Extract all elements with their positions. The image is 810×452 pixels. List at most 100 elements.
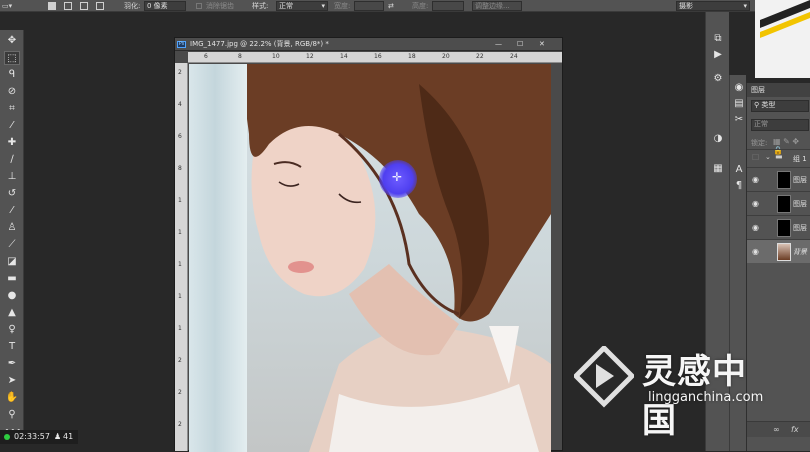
styles-panel-icon[interactable]: ▦ [710, 162, 726, 176]
dodge-tool-icon[interactable]: ♀ [4, 323, 20, 337]
layer-row-selected[interactable]: ◉ 背景 [747, 239, 810, 263]
character-panel-icon[interactable]: A [731, 163, 747, 177]
feather-input[interactable]: 0 像素 [144, 1, 186, 11]
brush-tool-icon[interactable]: ∕ [4, 153, 20, 167]
layer-name: 背景 [793, 248, 807, 256]
quick-selection-tool-icon[interactable]: ⊘ [4, 85, 20, 99]
lasso-tool-icon[interactable]: ᑫ [4, 68, 20, 82]
layers-tab[interactable]: 图层 [751, 85, 765, 95]
layer-filter-select[interactable]: ⚲ 类型 [751, 100, 809, 112]
photoshop-file-icon: Ps [177, 41, 186, 48]
document-window: Ps IMG_1477.jpg @ 22.2% (背景, RGB/8*) * —… [174, 37, 563, 452]
brand-logo-icon [760, 0, 810, 38]
refine-edge-button[interactable]: 调整边缘... [472, 1, 522, 11]
add-selection-icon[interactable] [64, 2, 72, 10]
crop-tool-icon[interactable]: ⌗ [4, 102, 20, 116]
paths-icon[interactable]: ✂ [731, 113, 747, 127]
watermark: 灵感中国 lingganchina.com [570, 340, 780, 441]
history-panel-icon[interactable]: ⧉ [710, 32, 726, 46]
document-title-bar[interactable]: Ps IMG_1477.jpg @ 22.2% (背景, RGB/8*) * —… [175, 38, 562, 51]
layer-row[interactable]: ◉ 图层 [747, 191, 810, 215]
blend-mode-select[interactable]: 正常 [751, 119, 809, 131]
marquee-preset-icon[interactable]: ▭▾ [2, 0, 12, 12]
hand-tool-icon[interactable]: ✋ [4, 391, 20, 405]
ruler-tick-label: 2 [178, 389, 182, 396]
eraser-tool-icon[interactable]: ◪ [4, 255, 20, 269]
layer-row[interactable]: ◉ 图层 [747, 167, 810, 191]
eyedropper-tool-icon[interactable]: ⁄ [4, 119, 20, 133]
ruler-tick-label: 8 [178, 165, 182, 172]
minimize-icon[interactable]: — [495, 38, 502, 51]
width-input[interactable] [354, 1, 384, 11]
play-action-icon[interactable]: ▶ [710, 48, 726, 62]
ruler-tick-label: 2 [178, 69, 182, 76]
layers-tab-bar: 图层 [747, 83, 810, 97]
path-selection-tool-icon[interactable]: ➤ [4, 374, 20, 388]
eye-icon[interactable]: ◉ [752, 199, 759, 208]
chevron-down-icon[interactable]: ⌄ [765, 153, 771, 161]
ruler-tick-label: 1 [178, 197, 182, 204]
layer-group-row[interactable]: ☐ ⌄ ▬ 组 1 [747, 149, 810, 167]
chevron-down-icon: ▾ [321, 2, 325, 10]
move-tool-icon[interactable]: ✥ [4, 34, 20, 48]
style-value: 正常 [279, 2, 293, 10]
ruler-tick-label: 8 [238, 53, 242, 60]
mixer-brush-tool-icon[interactable]: ⟋ [4, 238, 20, 252]
layer-thumbnail [777, 195, 791, 213]
eye-icon[interactable]: ◉ [752, 175, 759, 184]
sharpen-tool-icon[interactable]: ▲ [4, 306, 20, 320]
options-bar: ▭▾ 羽化: 0 像素 消除锯齿 样式: 正常 ▾ 宽度: ⇄ 高度: 调整边缘.… [0, 0, 810, 12]
adjustments-panel-icon[interactable]: ◑ [710, 132, 726, 146]
visibility-toggle-icon[interactable]: ☐ [752, 153, 759, 162]
rectangular-marquee-tool-icon[interactable]: ⬚ [4, 51, 20, 65]
ruler-tick-label: 12 [306, 53, 314, 60]
paragraph-panel-icon[interactable]: ¶ [731, 179, 747, 193]
properties-panel-icon[interactable]: ⚙ [710, 72, 726, 86]
history-brush-tool-icon[interactable]: ↺ [4, 187, 20, 201]
watermark-logo-icon [574, 346, 634, 408]
eye-icon[interactable]: ◉ [752, 247, 759, 256]
recording-time: 02:33:57 [14, 432, 50, 441]
style-label: 样式: [252, 2, 269, 10]
pen-tool-icon[interactable]: ✒ [4, 357, 20, 371]
healing-brush-tool-icon[interactable]: ✚ [4, 136, 20, 150]
swap-icon[interactable]: ⇄ [388, 0, 394, 12]
brush-tool-icon[interactable]: ⁄ [4, 204, 20, 218]
stamp-tool-icon[interactable]: ♙ [4, 221, 20, 235]
workspace-select[interactable]: 摄影 ▾ [676, 1, 750, 11]
new-selection-icon[interactable] [48, 2, 56, 10]
fx-icon[interactable]: fx [791, 425, 799, 434]
group-name: 组 1 [793, 155, 807, 163]
ruler-tick-label: 16 [374, 53, 382, 60]
swatches-icon[interactable]: ◉ [731, 81, 747, 95]
ruler-tick-label: 1 [178, 261, 182, 268]
viewer-count: 41 [63, 432, 74, 441]
canvas[interactable]: ✛ [189, 64, 551, 452]
maximize-icon[interactable]: ☐ [517, 38, 523, 51]
search-icon: ⚲ [754, 101, 760, 109]
photo-lips [288, 261, 314, 273]
ruler-tick-label: 18 [408, 53, 416, 60]
filter-kind-value: 类型 [761, 101, 776, 109]
ruler-tick-label: 24 [510, 53, 518, 60]
clone-stamp-tool-icon[interactable]: ⊥ [4, 170, 20, 184]
style-select[interactable]: 正常 ▾ [276, 1, 328, 11]
close-icon[interactable]: ✕ [539, 38, 545, 51]
channels-icon[interactable]: ▤ [731, 97, 747, 111]
anti-alias-checkbox[interactable] [196, 3, 202, 9]
lock-label: 锁定: [751, 139, 768, 147]
type-tool-icon[interactable]: T [4, 340, 20, 354]
height-input[interactable] [432, 1, 464, 11]
layer-row[interactable]: ◉ 图层 [747, 215, 810, 239]
subtract-selection-icon[interactable] [80, 2, 88, 10]
intersect-selection-icon[interactable] [96, 2, 104, 10]
layer-name: 图层 [793, 176, 807, 184]
vertical-ruler: 2 4 6 8 1 1 1 1 1 2 2 2 [175, 63, 188, 451]
ruler-tick-label: 2 [178, 421, 182, 428]
horizontal-ruler: 6 8 10 12 14 16 18 20 22 24 [188, 52, 562, 63]
blur-tool-icon[interactable]: ● [4, 289, 20, 303]
zoom-tool-icon[interactable]: ⚲ [4, 408, 20, 422]
ruler-tick-label: 1 [178, 229, 182, 236]
eye-icon[interactable]: ◉ [752, 223, 759, 232]
gradient-tool-icon[interactable]: ▬ [4, 272, 20, 286]
